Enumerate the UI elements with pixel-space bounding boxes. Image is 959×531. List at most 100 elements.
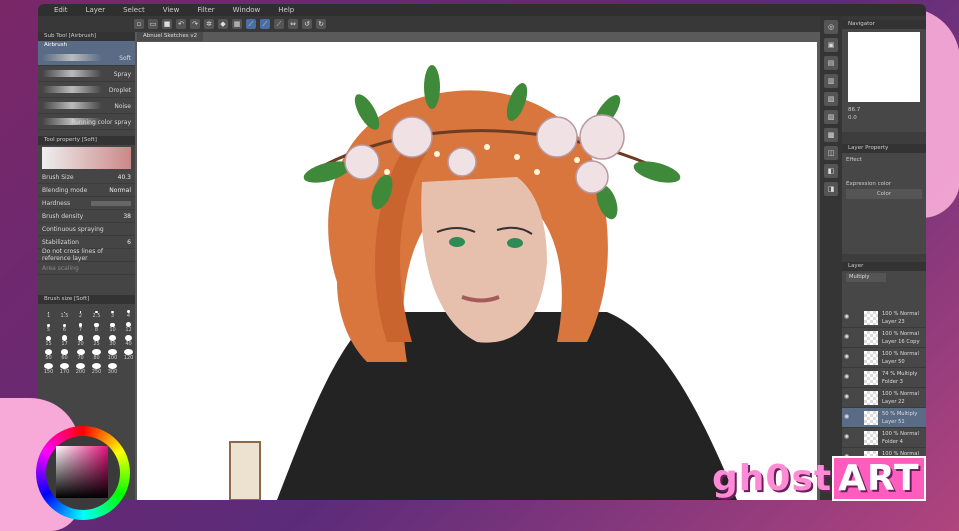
brush-size-option[interactable]: 250: [90, 363, 103, 375]
document-tab[interactable]: Abnuel Sketches v2: [137, 32, 204, 41]
brush-size-option[interactable]: 25: [90, 335, 103, 347]
rotate-left-icon[interactable]: ↺: [302, 19, 312, 29]
layer-search-icon[interactable]: ▧: [824, 92, 838, 106]
brush-size-option[interactable]: 200: [74, 363, 87, 375]
brush-item-noise[interactable]: Noise: [38, 98, 135, 114]
fill-icon[interactable]: ◆: [218, 19, 228, 29]
sub-tool-group-tab[interactable]: Airbrush: [38, 41, 135, 50]
visibility-eye-icon[interactable]: ◉: [844, 394, 850, 400]
command-bar: ▫ ▭ ■ ↶ ↷ ✲ ◆ ▦ ⟋ ⟋ ⟋ ⇔ ↺ ↻: [38, 16, 926, 32]
menu-view[interactable]: View: [163, 6, 180, 14]
brush-size-option[interactable]: 3: [106, 307, 119, 319]
layer-row[interactable]: ◉ 50 % Multiply Layer 51: [842, 408, 926, 428]
brush-size-option[interactable]: 50: [42, 349, 55, 361]
brush-size-option[interactable]: 20: [74, 335, 87, 347]
prop-brush-size[interactable]: Brush Size 40.3: [38, 171, 135, 184]
sub-view-icon[interactable]: ▣: [824, 38, 838, 52]
expression-color-select[interactable]: Color: [846, 189, 922, 199]
brush-size-option[interactable]: 1.5: [58, 307, 71, 319]
brush-size-option[interactable]: 150: [42, 363, 55, 375]
menu-layer[interactable]: Layer: [86, 6, 106, 14]
material-2-icon[interactable]: ▥: [824, 74, 838, 88]
brush-item-soft[interactable]: Soft: [38, 50, 135, 66]
brush-size-option[interactable]: 8: [90, 321, 103, 333]
brush-size-option[interactable]: 2.5: [90, 307, 103, 319]
layer-thumbnail: [864, 391, 878, 405]
rotate-right-icon[interactable]: ↻: [316, 19, 326, 29]
brush-size-option[interactable]: 7: [74, 321, 87, 333]
brush-item-spray[interactable]: Spray: [38, 66, 135, 82]
zoom-value[interactable]: 86.7: [848, 106, 860, 114]
canvas[interactable]: [137, 42, 817, 500]
visibility-eye-icon[interactable]: ◉: [844, 334, 850, 340]
brush-size-option[interactable]: 6: [58, 321, 71, 333]
brush-size-option[interactable]: 300: [106, 363, 119, 375]
layer-row[interactable]: ◉ 74 % Multiply Folder 3: [842, 368, 926, 388]
visibility-eye-icon[interactable]: ◉: [844, 374, 850, 380]
snap-ruler-icon[interactable]: ⟋: [246, 19, 256, 29]
brush-size-option[interactable]: 1: [42, 307, 55, 319]
brush-size-option[interactable]: 4: [122, 307, 135, 319]
layer-row[interactable]: ◉ 100 % Normal Layer 16 Copy: [842, 328, 926, 348]
visibility-eye-icon[interactable]: ◉: [844, 434, 850, 440]
menu-select[interactable]: Select: [123, 6, 145, 14]
layer-row[interactable]: ◉ 100 % Normal Layer 22: [842, 388, 926, 408]
menu-window[interactable]: Window: [233, 6, 261, 14]
prop-brush-density[interactable]: Brush density 38: [38, 210, 135, 223]
blend-mode-select[interactable]: Multiply: [846, 273, 886, 282]
open-file-icon[interactable]: ▭: [148, 19, 158, 29]
grid-icon[interactable]: ▦: [232, 19, 242, 29]
menu-edit[interactable]: Edit: [54, 6, 68, 14]
layer-mode: 50 % Multiply: [882, 411, 918, 417]
brush-size-option[interactable]: 30: [106, 335, 119, 347]
prop-hardness[interactable]: Hardness: [38, 197, 135, 210]
prop-area-scaling[interactable]: Area scaling: [38, 262, 135, 275]
brush-size-option[interactable]: 40: [122, 335, 135, 347]
brush-size-option[interactable]: 15: [42, 335, 55, 347]
brush-size-option[interactable]: 70: [74, 349, 87, 361]
color-wheel[interactable]: [36, 426, 130, 520]
library-icon[interactable]: ◨: [824, 182, 838, 196]
visibility-eye-icon[interactable]: ◉: [844, 314, 850, 320]
snap-grid-icon[interactable]: ⟋: [274, 19, 284, 29]
brush-size-option[interactable]: 5: [42, 321, 55, 333]
brush-size-option[interactable]: 100: [106, 349, 119, 361]
brush-size-option[interactable]: 170: [58, 363, 71, 375]
item-bank-icon[interactable]: ◧: [824, 164, 838, 178]
color-set-icon[interactable]: ▨: [824, 110, 838, 124]
visibility-eye-icon[interactable]: ◉: [844, 354, 850, 360]
prop-continuous-spraying[interactable]: Continuous spraying: [38, 223, 135, 236]
save-icon[interactable]: ■: [162, 19, 172, 29]
material-icon[interactable]: ▤: [824, 56, 838, 70]
brush-item-droplet[interactable]: Droplet: [38, 82, 135, 98]
settings-icon[interactable]: ✲: [204, 19, 214, 29]
brush-size-option[interactable]: 60: [58, 349, 71, 361]
brush-size-option[interactable]: 80: [90, 349, 103, 361]
layer-row[interactable]: ◉ 100 % Normal Layer 50: [842, 348, 926, 368]
visibility-eye-icon[interactable]: ◉: [844, 414, 850, 420]
angle-value[interactable]: 0.0: [848, 114, 860, 122]
navigator-icon[interactable]: ◎: [824, 20, 838, 34]
brush-size-option[interactable]: 120: [122, 349, 135, 361]
history-icon[interactable]: ▩: [824, 128, 838, 142]
color-saturation-square[interactable]: [56, 446, 108, 498]
brush-size-option[interactable]: 2: [74, 307, 87, 319]
layer-row[interactable]: ◉ 100 % Normal Layer 23: [842, 308, 926, 328]
menu-help[interactable]: Help: [278, 6, 294, 14]
brush-size-option[interactable]: 12: [122, 321, 135, 333]
brush-item-running-color-spray[interactable]: Running color spray: [38, 114, 135, 130]
navigator-thumbnail[interactable]: [848, 32, 920, 102]
flip-icon[interactable]: ⇔: [288, 19, 298, 29]
prop-blending-mode[interactable]: Blending mode Normal: [38, 184, 135, 197]
redo-icon[interactable]: ↷: [190, 19, 200, 29]
brush-size-option[interactable]: 17: [58, 335, 71, 347]
layer-row[interactable]: ◉ 100 % Normal Folder 4: [842, 428, 926, 448]
layer-property-panel: Layer Property Effect Expression color C…: [842, 144, 926, 254]
brush-size-option[interactable]: 10: [106, 321, 119, 333]
prop-reference-layer[interactable]: Do not cross lines of reference layer: [38, 248, 135, 262]
snap-special-ruler-icon[interactable]: ⟋: [260, 19, 270, 29]
undo-icon[interactable]: ↶: [176, 19, 186, 29]
auto-action-icon[interactable]: ◫: [824, 146, 838, 160]
new-file-icon[interactable]: ▫: [134, 19, 144, 29]
menu-filter[interactable]: Filter: [197, 6, 214, 14]
